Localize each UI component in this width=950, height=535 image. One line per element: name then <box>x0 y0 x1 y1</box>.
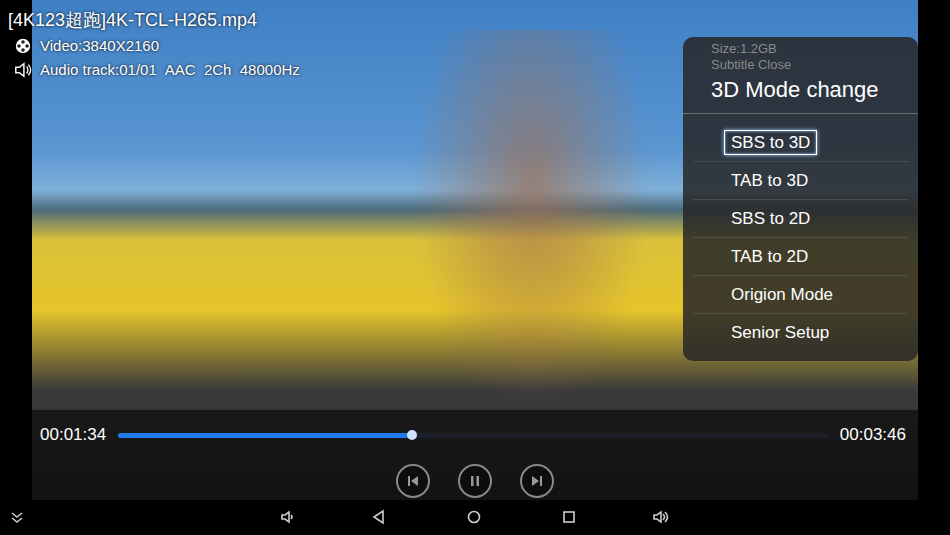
menu-item[interactable]: Senior Setup <box>693 314 908 351</box>
skip-previous-icon <box>406 474 420 488</box>
menu-item-label[interactable]: Senior Setup <box>724 320 836 345</box>
video-resolution: Video:3840X2160 <box>40 36 159 56</box>
volume-down-icon[interactable] <box>280 509 296 525</box>
menu-title: 3D Mode change <box>683 73 918 114</box>
back-icon[interactable] <box>371 509 387 525</box>
player: [4K123超跑]4K-TCL-H265.mp4 Video:3840X2160 A… <box>0 0 950 500</box>
menu-item[interactable]: Origion Mode <box>693 276 908 314</box>
menu-item-label[interactable]: SBS to 2D <box>724 206 817 231</box>
chevron-down-icon[interactable] <box>9 509 25 525</box>
menu-item-label[interactable]: TAB to 2D <box>724 244 815 269</box>
audio-track: Audio track:01/01 <box>40 60 157 80</box>
next-button[interactable] <box>520 464 554 498</box>
menu-item-label[interactable]: TAB to 3D <box>724 168 815 193</box>
mode-menu: Size:1.2GBSubtitle Close3D Mode change SB… <box>683 37 918 361</box>
volume-up-icon[interactable] <box>653 509 669 525</box>
menu-item-label[interactable]: Origion Mode <box>724 282 840 307</box>
menu-item[interactable]: TAB to 2D <box>693 238 908 276</box>
playback-controls: 00:01:34 00:03:46 <box>32 410 918 500</box>
menu-item[interactable]: SBS to 3D <box>693 124 908 162</box>
menu-item[interactable]: TAB to 3D <box>693 162 908 200</box>
home-icon[interactable] <box>466 509 482 525</box>
menu-info-line: Subtitle Close <box>711 57 906 73</box>
seek-fill <box>118 433 412 438</box>
menu-item-label[interactable]: SBS to 3D <box>724 130 817 155</box>
seek-knob[interactable] <box>407 430 417 440</box>
menu-list: SBS to 3D TAB to 3D SBS to 2D TAB to 2D Orig… <box>683 124 918 351</box>
previous-button[interactable] <box>396 464 430 498</box>
audio-info: Audio track:01/01 AAC 2Ch 48000Hz <box>8 60 300 80</box>
menu-info: Size:1.2GBSubtitle Close <box>683 41 918 73</box>
audio-format: AAC 2Ch 48000Hz <box>165 60 300 80</box>
progress-row: 00:01:34 00:03:46 <box>32 410 918 450</box>
video-info: Video:3840X2160 <box>8 36 300 56</box>
file-title: [4K123超跑]4K-TCL-H265.mp4 <box>8 8 300 32</box>
menu-info-line: Size:1.2GB <box>711 41 906 57</box>
transport-buttons <box>32 450 918 498</box>
skip-next-icon <box>530 474 544 488</box>
film-reel-icon <box>14 37 32 55</box>
play-pause-button[interactable] <box>458 464 492 498</box>
recents-icon[interactable] <box>561 509 577 525</box>
duration-time: 00:03:46 <box>840 424 906 446</box>
menu-item[interactable]: SBS to 2D <box>693 200 908 238</box>
file-info: [4K123超跑]4K-TCL-H265.mp4 Video:3840X2160 A… <box>8 8 300 80</box>
seek-bar[interactable] <box>118 433 828 438</box>
pause-icon <box>468 474 482 488</box>
speaker-icon <box>14 61 32 79</box>
navigation-bar <box>0 500 950 535</box>
elapsed-time: 00:01:34 <box>40 424 106 446</box>
